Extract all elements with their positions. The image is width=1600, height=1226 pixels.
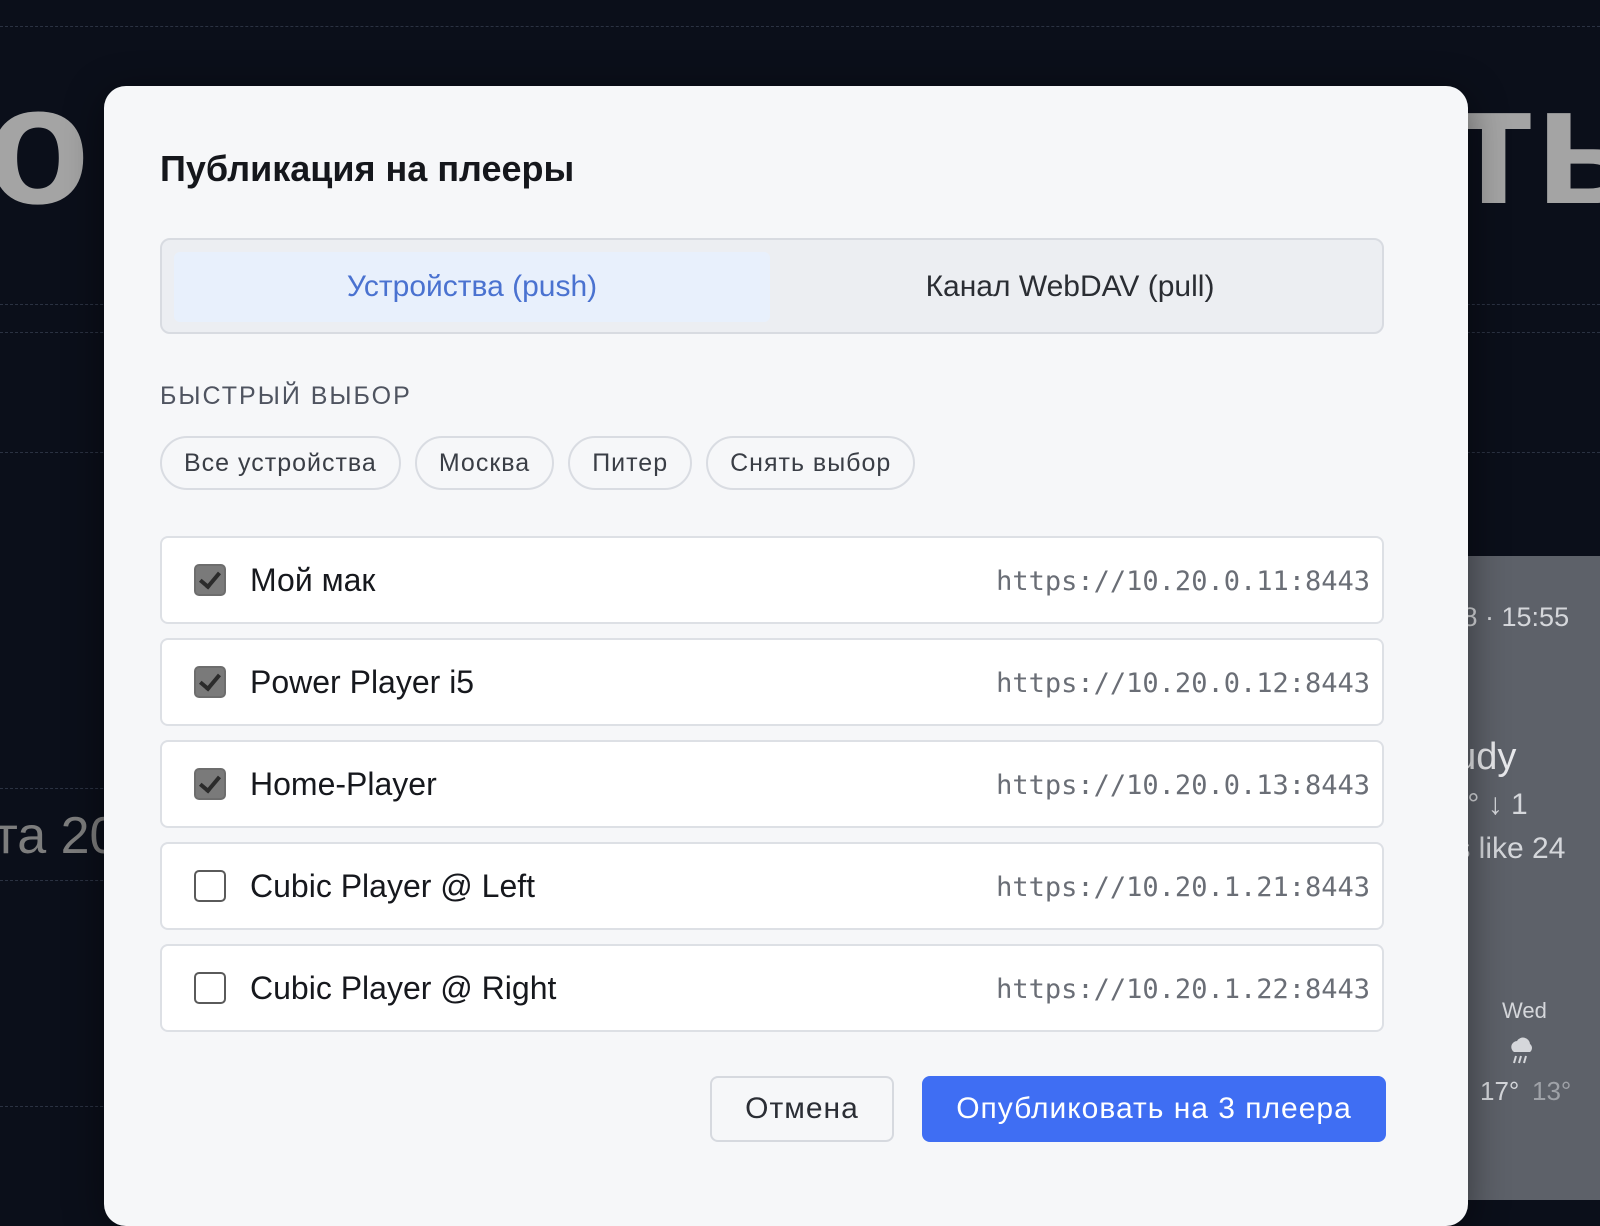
weather-forecast-low: 13° bbox=[1532, 1076, 1572, 1106]
device-name: Home-Player bbox=[250, 766, 437, 802]
tab-devices-push[interactable]: Устройства (push) bbox=[174, 252, 770, 322]
checkmark-icon bbox=[198, 668, 222, 692]
weather-day: Wed bbox=[1502, 998, 1547, 1023]
device-url: https://10.20.0.13:8443 bbox=[996, 770, 1370, 801]
device-name: Power Player i5 bbox=[250, 664, 475, 700]
background-subtext: та 20 bbox=[0, 807, 119, 865]
background-heading-left: о bbox=[0, 50, 90, 240]
dialog-title: Публикация на плееры bbox=[160, 148, 575, 189]
device-list: Мой мак https://10.20.0.11:8443 Power Pl… bbox=[160, 536, 1384, 1046]
chip-moscow[interactable]: Москва bbox=[414, 436, 555, 490]
tab-webdav-pull[interactable]: Канал WebDAV (pull) bbox=[772, 252, 1368, 322]
device-row[interactable]: Power Player i5 https://10.20.0.12:8443 bbox=[160, 638, 1384, 726]
device-row[interactable]: Home-Player https://10.20.0.13:8443 bbox=[160, 740, 1384, 828]
device-url: https://10.20.1.22:8443 bbox=[996, 974, 1370, 1005]
device-row[interactable]: Cubic Player @ Right https://10.20.1.22:… bbox=[160, 944, 1384, 1032]
divider bbox=[0, 26, 1600, 27]
device-row[interactable]: Мой мак https://10.20.0.11:8443 bbox=[160, 536, 1384, 624]
device-url: https://10.20.0.12:8443 bbox=[996, 668, 1370, 699]
device-checkbox[interactable] bbox=[194, 564, 226, 596]
device-row[interactable]: Cubic Player @ Left https://10.20.1.21:8… bbox=[160, 842, 1384, 930]
device-name: Мой мак bbox=[250, 562, 376, 598]
chip-piter[interactable]: Питер bbox=[568, 436, 693, 490]
device-url: https://10.20.1.21:8443 bbox=[996, 872, 1370, 903]
rain-cloud-icon bbox=[1506, 1036, 1536, 1071]
quick-select-label: БЫСТРЫЙ ВЫБОР bbox=[160, 382, 412, 410]
checkmark-icon bbox=[198, 566, 222, 590]
device-checkbox[interactable] bbox=[194, 870, 226, 902]
chip-all-devices[interactable]: Все устройства bbox=[160, 436, 401, 490]
tab-bar: Устройства (push) Канал WebDAV (pull) bbox=[160, 238, 1384, 334]
cancel-button[interactable]: Отмена bbox=[710, 1076, 894, 1142]
device-checkbox[interactable] bbox=[194, 666, 226, 698]
quick-select-chips: Все устройства Москва Питер Снять выбор bbox=[160, 436, 916, 490]
weather-forecast-high: 17° bbox=[1480, 1076, 1520, 1106]
checkmark-icon bbox=[198, 770, 222, 794]
device-name: Cubic Player @ Left bbox=[250, 868, 536, 904]
device-name: Cubic Player @ Right bbox=[250, 970, 557, 1006]
publish-button[interactable]: Опубликовать на 3 плеера bbox=[922, 1076, 1386, 1142]
device-checkbox[interactable] bbox=[194, 768, 226, 800]
chip-clear-selection[interactable]: Снять выбор bbox=[706, 436, 916, 490]
device-url: https://10.20.0.11:8443 bbox=[996, 566, 1370, 597]
device-checkbox[interactable] bbox=[194, 972, 226, 1004]
background-heading-right: ть bbox=[1452, 50, 1600, 240]
publish-dialog: Публикация на плееры Устройства (push) К… bbox=[104, 86, 1468, 1226]
